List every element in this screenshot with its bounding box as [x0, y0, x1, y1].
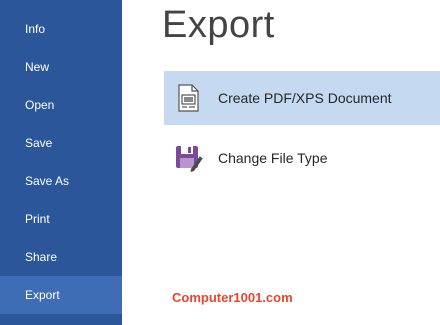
sidebar-item-label: Print — [25, 212, 50, 226]
sidebar-item-label: Save As — [25, 174, 70, 188]
change-file-type-icon — [172, 142, 204, 174]
sidebar-item-label: Export — [25, 288, 60, 302]
sidebar-item-open[interactable]: Open — [0, 86, 122, 124]
sidebar-item-print[interactable]: Print — [0, 200, 122, 238]
page-title: Export — [162, 4, 275, 46]
sidebar-item-save-as[interactable]: Save As — [0, 162, 122, 200]
sidebar-item-save[interactable]: Save — [0, 124, 122, 162]
sidebar-item-label: Share — [25, 250, 58, 264]
sidebar-item-label: Info — [25, 22, 46, 36]
change-file-type-label: Change File Type — [218, 150, 328, 166]
sidebar-item-new[interactable]: New — [0, 48, 122, 86]
sidebar-item-label: New — [25, 60, 50, 74]
sidebar-item-share[interactable]: Share — [0, 238, 122, 276]
backstage-sidebar: Info New Open Save Save As Print Share E… — [0, 0, 122, 325]
sidebar-item-label: Save — [25, 136, 53, 150]
site-watermark: Computer1001.com — [172, 290, 293, 305]
pdf-xps-document-icon — [172, 82, 204, 114]
create-pdf-xps-option[interactable]: Create PDF/XPS Document — [164, 71, 440, 125]
sidebar-item-label: Open — [25, 98, 55, 112]
sidebar-item-info[interactable]: Info — [0, 10, 122, 48]
change-file-type-option[interactable]: Change File Type — [164, 131, 440, 185]
create-pdf-xps-label: Create PDF/XPS Document — [218, 90, 392, 106]
sidebar-item-export[interactable]: Export — [0, 276, 122, 314]
